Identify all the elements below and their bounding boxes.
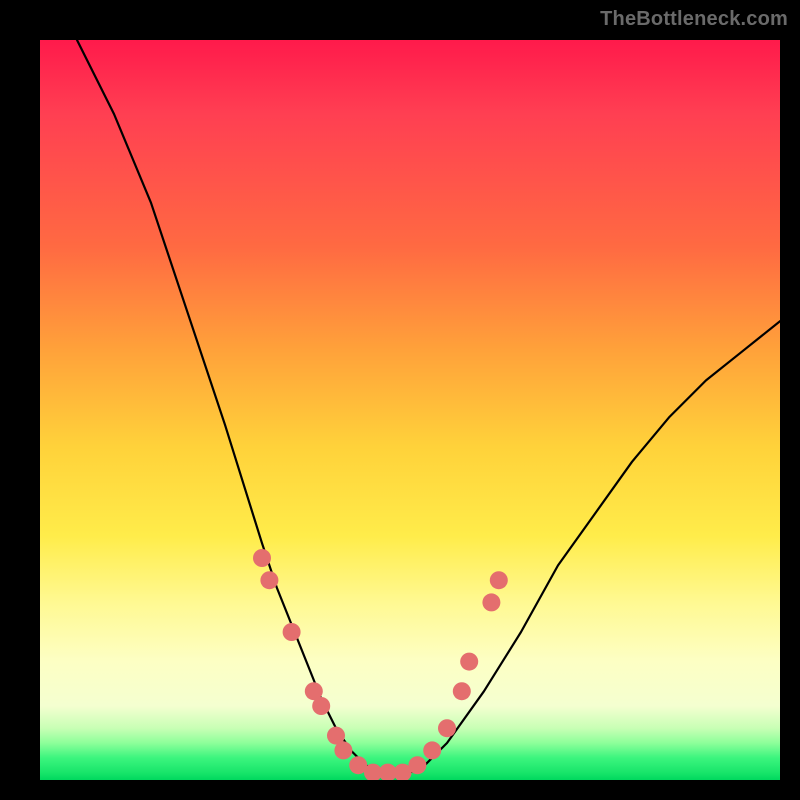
curve-marker xyxy=(460,653,478,671)
highlighted-points xyxy=(253,549,508,780)
curve-marker xyxy=(260,571,278,589)
curve-marker xyxy=(423,741,441,759)
chart-frame: TheBottleneck.com xyxy=(0,0,800,800)
curve-marker xyxy=(334,741,352,759)
curve-marker xyxy=(253,549,271,567)
chart-svg xyxy=(40,40,780,780)
curve-marker xyxy=(283,623,301,641)
curve-marker xyxy=(453,682,471,700)
curve-marker xyxy=(490,571,508,589)
plot-area xyxy=(40,40,780,780)
curve-marker xyxy=(312,697,330,715)
curve-marker xyxy=(482,593,500,611)
watermark-text: TheBottleneck.com xyxy=(600,8,788,31)
curve-marker xyxy=(408,756,426,774)
bottleneck-curve xyxy=(77,40,780,773)
curve-marker xyxy=(438,719,456,737)
